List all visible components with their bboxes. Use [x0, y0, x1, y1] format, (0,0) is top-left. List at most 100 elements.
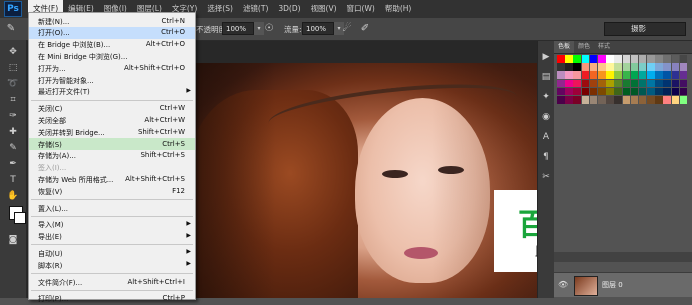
file-menu-item[interactable]: 存储为(A)... Shift+Ctrl+S [29, 150, 195, 162]
color-swatch[interactable] [679, 87, 688, 96]
color-swatch[interactable] [565, 63, 573, 71]
color-swatch[interactable] [671, 79, 680, 88]
color-swatch[interactable] [655, 87, 663, 96]
file-menu-item[interactable]: 打开为... Alt+Shift+Ctrl+O [29, 62, 195, 74]
color-swatch[interactable] [573, 95, 581, 104]
color-swatch[interactable] [647, 55, 655, 63]
color-swatch[interactable] [663, 79, 672, 88]
color-swatch[interactable] [573, 63, 581, 71]
color-swatch[interactable] [663, 95, 672, 104]
color-swatch[interactable] [647, 95, 655, 104]
color-swatch[interactable] [589, 87, 598, 96]
color-swatch[interactable] [614, 71, 622, 79]
color-swatch[interactable] [638, 95, 647, 104]
background-color-swatch[interactable] [14, 212, 26, 224]
color-swatch[interactable] [663, 55, 672, 63]
color-swatch[interactable] [638, 79, 647, 88]
lasso-tool-icon[interactable]: ➰ [6, 78, 20, 90]
color-swatch[interactable] [679, 71, 688, 79]
color-swatch[interactable] [597, 87, 606, 96]
color-swatch[interactable] [663, 63, 672, 71]
color-swatch[interactable] [597, 63, 606, 71]
workspace-select[interactable]: 摄影 [604, 22, 686, 36]
hand-tool-icon[interactable]: ✋ [6, 190, 20, 202]
color-swatch[interactable] [671, 95, 680, 104]
clone-source-icon[interactable]: ◉ [540, 111, 552, 123]
color-swatch[interactable] [597, 55, 606, 63]
color-swatch[interactable] [573, 87, 581, 96]
menu-3d[interactable]: 3D(D) [273, 0, 305, 18]
file-menu-item[interactable]: 打开为智能对象... [29, 74, 195, 86]
color-swatch[interactable] [622, 63, 631, 71]
file-menu-item[interactable]: 在 Mini Bridge 中浏览(G)... [29, 50, 195, 62]
color-swatch[interactable] [606, 87, 614, 96]
color-swatch[interactable] [638, 63, 647, 71]
color-swatch[interactable] [606, 63, 614, 71]
color-swatch[interactable] [581, 63, 590, 71]
color-swatch[interactable] [614, 87, 622, 96]
color-swatch[interactable] [606, 71, 614, 79]
color-swatch[interactable] [679, 55, 688, 63]
type-tool-icon[interactable]: T [6, 174, 20, 186]
color-swatch[interactable] [655, 79, 663, 88]
color-swatch[interactable] [606, 95, 614, 104]
color-swatch[interactable] [581, 95, 590, 104]
color-swatch[interactable] [630, 79, 639, 88]
color-swatch[interactable] [597, 79, 606, 88]
color-swatch[interactable] [557, 95, 565, 104]
flow-input[interactable]: 100% [302, 22, 334, 35]
move-tool-icon[interactable]: ✥ [6, 46, 20, 58]
color-swatch[interactable] [671, 87, 680, 96]
quick-mask-icon[interactable]: ◙ [6, 234, 20, 246]
color-swatch[interactable] [671, 71, 680, 79]
color-swatch[interactable] [622, 79, 631, 88]
color-swatch[interactable] [638, 87, 647, 96]
pen-tool-icon[interactable]: ✒ [6, 158, 20, 170]
file-menu-item[interactable]: 关闭全部 Alt+Ctrl+W [29, 114, 195, 126]
layer-row[interactable]: 👁 图层 0 [554, 272, 692, 297]
color-swatch[interactable] [647, 79, 655, 88]
color-swatch[interactable] [679, 95, 688, 104]
color-swatch[interactable] [630, 71, 639, 79]
file-menu-item[interactable]: 自动(U) ▶ [29, 247, 195, 259]
color-swatch[interactable] [622, 55, 631, 63]
pressure-size-icon[interactable]: ✐ [358, 22, 372, 36]
color-swatch[interactable] [589, 63, 598, 71]
color-swatch[interactable] [565, 95, 573, 104]
color-swatch[interactable] [565, 87, 573, 96]
color-swatch[interactable] [589, 55, 598, 63]
color-swatch[interactable] [630, 63, 639, 71]
healing-tool-icon[interactable]: ✚ [6, 126, 20, 138]
menu-window[interactable]: 窗口(W) [342, 0, 380, 18]
menu-view[interactable]: 视图(V) [306, 0, 342, 18]
paragraph-icon[interactable]: ¶ [540, 151, 552, 163]
color-swatch[interactable] [589, 71, 598, 79]
color-swatch[interactable] [663, 71, 672, 79]
color-swatch[interactable] [597, 95, 606, 104]
brush-presets-icon[interactable]: ✦ [540, 91, 552, 103]
color-swatch[interactable] [581, 79, 590, 88]
color-swatch[interactable] [663, 87, 672, 96]
color-swatch[interactable] [647, 63, 655, 71]
history-icon[interactable]: ▤ [540, 71, 552, 83]
file-menu-item[interactable]: 新建(N)... Ctrl+N [29, 15, 195, 27]
color-swatch[interactable] [614, 55, 622, 63]
color-swatch[interactable] [573, 55, 581, 63]
pressure-opacity-icon[interactable]: ☉ [262, 22, 276, 36]
file-menu-item[interactable]: 在 Bridge 中浏览(B)... Alt+Ctrl+O [29, 39, 195, 51]
color-swatch[interactable] [638, 71, 647, 79]
color-swatch[interactable] [589, 79, 598, 88]
file-menu-item[interactable]: 文件简介(F)... Alt+Shift+Ctrl+I [29, 276, 195, 288]
file-menu-item[interactable]: 打印(P)... Ctrl+P [29, 293, 195, 305]
color-swatch[interactable] [647, 71, 655, 79]
color-swatch[interactable] [557, 55, 565, 63]
color-swatch[interactable] [671, 55, 680, 63]
tool-presets-icon[interactable]: ✂ [540, 171, 552, 183]
crop-tool-icon[interactable]: ⌗ [6, 94, 20, 106]
color-swatch[interactable] [630, 95, 639, 104]
color-swatch[interactable] [614, 63, 622, 71]
file-menu-item[interactable]: 存储(S) Ctrl+S [29, 138, 195, 150]
file-menu-item[interactable]: 恢复(V) F12 [29, 185, 195, 197]
color-swatch[interactable] [655, 71, 663, 79]
file-menu-item[interactable]: 脚本(R) ▶ [29, 259, 195, 271]
